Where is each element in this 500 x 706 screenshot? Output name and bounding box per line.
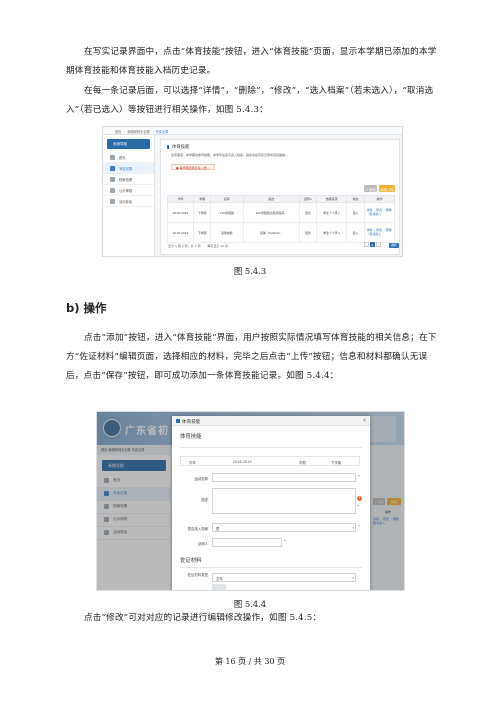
intro-paragraph-1: 在写实记录界面中，点击“体育技能”按钮，进入“体育技能”页面，显示本学期已添加的… (66, 47, 437, 76)
witness-input[interactable] (212, 538, 282, 547)
next-page-button[interactable]: › (376, 242, 381, 247)
upload-button[interactable] (212, 584, 226, 590)
document-icon (110, 188, 115, 193)
required-mark: * (358, 524, 360, 529)
col-name: 名称 (210, 195, 244, 203)
col-witness: 证明人 (298, 195, 318, 203)
form-icon (176, 419, 180, 423)
col-source: 数据来源 (316, 195, 348, 203)
witness-label: 证明人 (197, 541, 208, 546)
crumb-records[interactable]: 纳税和特长记录 (127, 129, 149, 134)
crumb-home[interactable]: 首页 (115, 129, 121, 134)
crumb-realrecord[interactable]: 写实记录 (156, 129, 169, 134)
warning-badge: ● 每学期选择最多入档… (171, 164, 215, 170)
evidence-type-label: 佐证材料类型 (187, 573, 208, 577)
divider (180, 567, 362, 568)
sidebar-item-archive[interactable]: 档案查看 (103, 174, 154, 185)
pager-info: 显示 1 到 2 项，共 2 项 每页显示 10 条 (168, 244, 229, 248)
edit-icon (110, 166, 115, 171)
evidence-type-select[interactable]: 文件 (212, 573, 356, 582)
prev-page-button[interactable]: ‹ (364, 242, 369, 247)
flag-icon (110, 199, 115, 204)
go-button[interactable]: 跳转 (389, 243, 399, 248)
archive-button[interactable]: 新增入档 (379, 185, 395, 192)
row-actions[interactable]: 详情 ｜修改 ｜删除 ｜取消选入 (363, 222, 396, 243)
archive-select-label: 是否选入档案 (187, 526, 208, 531)
row-actions[interactable]: 详情 ｜修改 ｜删除 ｜取消选入 (363, 202, 396, 223)
sidebar-item-review[interactable]: 公示审核 (103, 185, 154, 196)
figure-5-4-3-screenshot: 首页 纳税和特长记录 写实记录 系统导航 首页 写实记录 档案查看 公示审核 活… (102, 126, 403, 257)
evidence-type-row: 佐证材料类型 文件 ▾ (180, 573, 364, 583)
form-section-title: 体育技能 (180, 434, 202, 440)
home-icon (110, 155, 115, 160)
sidebar-item-home[interactable]: 首页 (103, 152, 154, 163)
sport-name-label: 运动名称 (194, 476, 208, 481)
sports-skill-dialog: 体育技能 × 体育技能 学年 2018-2019 学期 下学期 运动名称 * 描… (172, 416, 370, 590)
witness-row: 证明人 * (180, 538, 364, 548)
required-mark: * (357, 504, 359, 509)
sports-skill-panel: 体育技能 注意事项：本学期的体育技能，本学年最多可选入档案，其余请在写实记录中直… (160, 139, 400, 255)
help-icon: ? (357, 496, 362, 501)
add-button[interactable]: + 添加 (364, 185, 377, 192)
panel-title: 体育技能 (167, 144, 190, 150)
dialog-header: 体育技能 × (172, 416, 370, 426)
sport-name-input[interactable] (212, 473, 356, 482)
sidebar-item-records[interactable]: 写实记录 (103, 163, 154, 174)
col-ops: 操作 (363, 195, 396, 203)
col-term: 学期 (192, 195, 212, 203)
pagination: ‹ 1 › (363, 242, 381, 247)
required-mark: * (284, 539, 286, 544)
divider (180, 447, 362, 448)
close-icon[interactable]: × (362, 417, 367, 424)
col-status: 状态 (346, 195, 365, 203)
figure-5-4-4-screenshot: 广东省初 首页 纳税和特长记录 写实记录 系统导航 首页 写实记录 档案查看 公… (96, 411, 405, 591)
chevron-down-icon: ▾ (352, 575, 354, 580)
records-table: 学年 学期 名称 描述 证明人 数据来源 状态 操作 2018-2019 下学期… (167, 195, 396, 243)
outro-paragraph: 点击“修改”可对对应的记录进行编辑修改操作，如图 5.4.5： (84, 613, 322, 623)
description-label: 描述 (201, 498, 208, 502)
archive-select-row: 是否选入档案 是 ▾ * (180, 523, 364, 533)
notice-text: 注意事项：本学期的体育技能，本学年最多可选入档案，其余请在写实记录中直接撤销… (171, 153, 289, 157)
description-row: 描述 ? * (180, 488, 364, 514)
page-footer: 第 16 页 / 共 30 页 (214, 657, 286, 666)
section-heading: b) 操作 (66, 301, 107, 315)
required-mark: * (358, 474, 360, 479)
table-row: 2018-2019 下学期 100米短跑 100米短跑比赛获得冠… 班长 学生个… (167, 202, 396, 223)
intro-paragraph-2: 在每一条记录后面，可以选择“详情”，“删除”，“修改”，“选入档案”（若未选入）… (66, 86, 434, 115)
section-b-paragraph: 点击“添加”按钮，进入“体育技能”界面，用户按照实际情况填写体育技能的相关信息；… (66, 333, 437, 381)
table-row: 2018-2019 下学期 篮球技能 篮球（football… 班长 学生个人录… (167, 222, 396, 243)
term-grid: 学年 2018-2019 学期 下学期 (180, 456, 360, 466)
col-desc: 描述 (242, 195, 300, 203)
sport-name-row: 运动名称 * (180, 473, 364, 483)
description-textarea[interactable] (212, 488, 356, 514)
page-size-select[interactable]: 每页显示 10 条 (207, 244, 228, 248)
dialog-title: 体育技能 (182, 419, 201, 425)
sidebar-item-activity[interactable]: 活动参加 (103, 196, 154, 207)
folder-icon (110, 177, 115, 182)
col-year: 学年 (167, 195, 194, 203)
chevron-down-icon: ▾ (352, 525, 354, 530)
sidebar: 系统导航 首页 写实记录 档案查看 公示审核 活动参加 (103, 135, 155, 256)
evidence-section-title: 佐证材料 (180, 558, 202, 564)
page-1-button[interactable]: 1 (370, 242, 375, 247)
sidebar-title: 系统导航 (107, 139, 150, 149)
figure-5-4-3-caption: 图 5.4.3 (233, 266, 267, 276)
archive-select[interactable]: 是 (212, 523, 356, 532)
breadcrumb: 首页 纳税和特长记录 写实记录 (103, 127, 402, 135)
